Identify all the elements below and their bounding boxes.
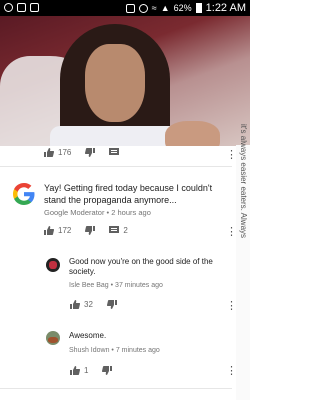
battery-percent: 62% [173,3,192,13]
reply-actions: 32 [70,300,131,309]
reply-count: 2 [123,226,128,235]
thumb-down-icon [102,366,113,375]
dislike-button[interactable] [85,148,96,157]
more-vert-icon[interactable]: ⋮ [226,227,237,238]
comment-meta: Google Moderator • 2 hours ago [44,208,151,217]
thumb-down-icon [85,226,96,235]
shield-icon [17,3,26,12]
avatar[interactable] [46,258,60,272]
side-caption: it's always easier eaters. Always [239,124,248,239]
reply-meta: Isle Bee Bag • 37 minutes ago [69,282,163,289]
clock: 1:22 AM [205,2,246,14]
dislike-button[interactable] [106,300,117,309]
comment-author[interactable]: Google Moderator [44,208,104,217]
thumb-up-icon [70,300,80,309]
reply-author[interactable]: Shush Idown [69,347,109,354]
signal-icon: ▲ [160,3,170,13]
video-frame-shirt [50,126,180,146]
like-button[interactable]: 1 [70,366,88,375]
alarm-icon [138,3,148,13]
avatar[interactable] [46,331,60,345]
like-button[interactable]: 176 [44,148,71,157]
video-actions: 176 [44,148,133,157]
nfc-icon [125,3,135,13]
google-avatar[interactable] [12,182,36,206]
reply-author[interactable]: Isle Bee Bag [69,282,109,289]
divider [0,388,232,389]
divider [0,166,232,167]
reply-time: 37 minutes ago [115,282,163,289]
comment-icon [109,148,120,155]
dislike-button[interactable] [85,226,96,235]
more-vert-icon[interactable]: ⋮ [226,150,237,161]
more-vert-icon[interactable]: ⋮ [226,301,237,312]
comment-actions: 172 2 [44,226,142,235]
like-count: 32 [84,300,93,309]
thumb-up-icon [70,366,80,375]
thumb-up-icon [44,148,54,157]
like-count: 176 [58,148,72,157]
comment-time: 2 hours ago [111,208,151,217]
comment-button[interactable] [109,148,120,157]
dislike-button[interactable] [102,366,113,375]
like-count: 172 [58,226,72,235]
reply-text: Awesome. [69,331,107,340]
reply-time: 7 minutes ago [115,347,160,354]
reply-meta: Shush Idown • 7 minutes ago [69,347,160,354]
comment-text: Yay! Getting fired today because I could… [44,183,213,205]
video-frame-hand [165,121,220,146]
reply-actions: 1 [70,366,126,375]
reply-button[interactable]: 2 [109,226,128,235]
reply-text: Good now you're on the good side of the … [69,257,213,276]
google-g-icon [13,183,35,205]
like-button[interactable]: 32 [70,300,93,309]
like-button[interactable]: 172 [44,226,71,235]
video-frame-face [85,44,145,122]
thumb-down-icon [106,300,117,309]
like-count: 1 [84,366,89,375]
notification-icon [4,3,13,12]
more-vert-icon[interactable]: ⋮ [226,366,237,377]
battery-icon [195,3,202,13]
thumb-down-icon [85,148,96,157]
thumb-up-icon [44,226,54,235]
video-player[interactable] [0,16,250,146]
play-icon [30,3,39,12]
status-bar: ≈ ▲ 62% 1:22 AM [0,0,250,16]
wifi-icon: ≈ [151,3,157,13]
comment-icon [109,226,120,233]
